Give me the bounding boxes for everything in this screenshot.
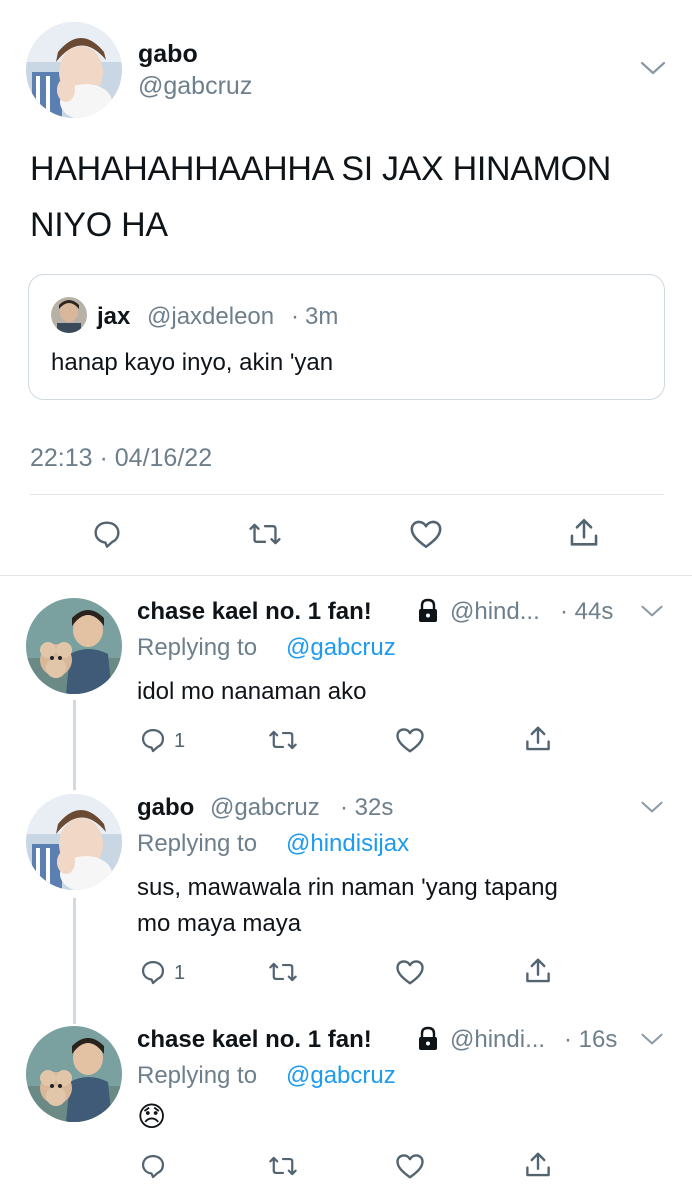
like-heart-icon[interactable]: [395, 958, 425, 986]
reply3-handle[interactable]: @hindi...: [450, 1026, 545, 1054]
chevron-down-icon[interactable]: [640, 800, 664, 819]
avatar-gabo[interactable]: [26, 22, 122, 118]
main-tweet-text-line2: NIYO HA: [30, 206, 168, 244]
main-timestamp[interactable]: 22:13 · 04/16/22: [30, 444, 212, 473]
retweet-icon[interactable]: [268, 1152, 298, 1180]
lock-icon: [416, 598, 440, 624]
reply1-text: idol mo nanaman ako: [137, 678, 367, 705]
main-display-name[interactable]: gabo: [138, 40, 198, 69]
divider: [30, 494, 664, 495]
avatar-gabo[interactable]: [26, 794, 122, 890]
reply2-reply-count: 1: [174, 962, 186, 984]
quoted-tweet-card[interactable]: jax @jaxdeleon · 3m hanap kayo inyo, aki…: [28, 274, 665, 400]
reply-icon[interactable]: [139, 726, 167, 754]
reply2-replying-prefix: Replying to: [137, 830, 258, 857]
retweet-icon[interactable]: [248, 518, 282, 550]
reply1-time[interactable]: · 44s: [560, 598, 613, 626]
share-icon[interactable]: [523, 1150, 553, 1180]
reply2-handle[interactable]: @gabcruz: [210, 794, 320, 822]
reply2-text-line2: mo maya maya: [137, 910, 302, 937]
chevron-down-icon[interactable]: [640, 1032, 664, 1051]
avatar-chase[interactable]: [26, 598, 122, 694]
chevron-down-icon[interactable]: [640, 604, 664, 623]
reply3-time[interactable]: · 16s: [564, 1026, 617, 1054]
retweet-icon[interactable]: [268, 958, 298, 986]
reply1-replying-to-link[interactable]: @gabcruz: [286, 634, 396, 662]
reply1-display-name[interactable]: chase kael no. 1 fan!: [137, 598, 372, 626]
share-icon[interactable]: [523, 956, 553, 986]
reply-icon[interactable]: [139, 958, 167, 986]
reply3-emoji-text: 😞: [137, 1101, 167, 1132]
reply2-time[interactable]: · 32s: [340, 794, 393, 822]
reply3-display-name[interactable]: chase kael no. 1 fan!: [137, 1026, 372, 1054]
thread-connector-line: [73, 700, 76, 790]
chevron-down-icon[interactable]: [640, 60, 666, 81]
quoted-text: hanap kayo inyo, akin 'yan: [51, 349, 334, 376]
reply-icon[interactable]: [139, 1152, 167, 1180]
reply-icon[interactable]: [91, 518, 123, 550]
divider: [0, 575, 692, 576]
like-heart-icon[interactable]: [395, 1152, 425, 1180]
reply1-reply-count: 1: [174, 730, 186, 752]
main-tweet-text-line1: HAHAHAHHAAHHA SI JAX HINAMON: [30, 150, 612, 188]
quoted-dot: ·: [291, 303, 299, 330]
like-heart-icon[interactable]: [409, 518, 443, 550]
share-icon[interactable]: [523, 724, 553, 754]
reply3-replying-prefix: Replying to: [137, 1062, 258, 1089]
main-handle[interactable]: @gabcruz: [138, 72, 252, 101]
lock-icon: [416, 1026, 440, 1052]
reply1-handle[interactable]: @hind...: [450, 598, 540, 626]
quoted-handle: @jaxdeleon: [147, 303, 275, 330]
avatar-chase[interactable]: [26, 1026, 122, 1122]
reply2-replying-to-link[interactable]: @hindisijax: [286, 830, 409, 858]
share-icon[interactable]: [567, 516, 601, 550]
like-heart-icon[interactable]: [395, 726, 425, 754]
quoted-time: 3m: [305, 303, 339, 330]
reply1-replying-prefix: Replying to: [137, 634, 258, 661]
reply2-text-line1: sus, mawawala rin naman 'yang tapang: [137, 874, 558, 901]
retweet-icon[interactable]: [268, 726, 298, 754]
quoted-display-name: jax: [97, 303, 131, 330]
reply3-replying-to-link[interactable]: @gabcruz: [286, 1062, 396, 1090]
avatar-jax: [51, 297, 87, 333]
reply2-display-name[interactable]: gabo: [137, 794, 194, 822]
thread-connector-line: [73, 898, 76, 1024]
